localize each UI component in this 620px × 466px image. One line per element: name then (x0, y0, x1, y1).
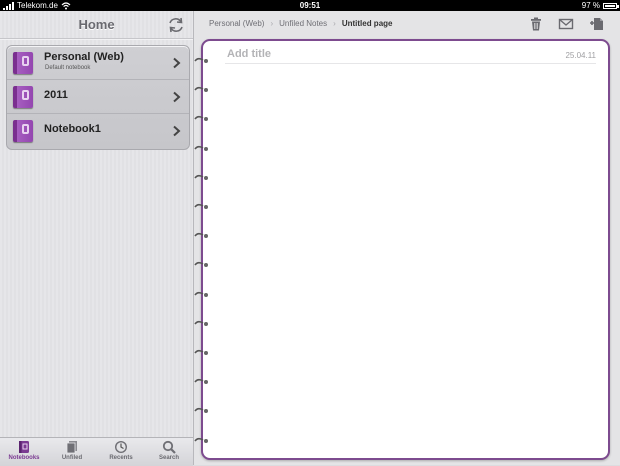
sidebar-divider (0, 38, 193, 39)
binding-ring-icon (194, 262, 208, 268)
tab-label: Search (158, 455, 179, 461)
tab-label: Notebooks (8, 455, 40, 461)
status-bar: Telekom.de 09:51 97 % (0, 0, 620, 11)
binding-ring-icon (194, 408, 208, 414)
notebook-item-2011[interactable]: 2011 (7, 80, 189, 114)
breadcrumb: Personal (Web) › Unfiled Notes › Untitle… (209, 19, 392, 28)
title-underline (225, 63, 596, 64)
breadcrumb-notebook[interactable]: Personal (Web) (209, 19, 264, 28)
binding-ring-icon (194, 320, 208, 326)
notebook-name: Personal (Web) (44, 51, 124, 63)
sidebar: Home Personal (Web) Default notebook 201… (0, 11, 194, 466)
notebooks-icon (19, 441, 29, 453)
tab-notebooks[interactable]: Notebooks (4, 440, 44, 466)
breadcrumb-section[interactable]: Unfiled Notes (279, 19, 327, 28)
chevron-right-icon (173, 91, 181, 103)
notebook-subtitle: Default notebook (45, 65, 91, 71)
binding-ring-icon (194, 203, 208, 209)
notebook-name: 2011 (44, 89, 68, 101)
sync-icon[interactable] (167, 17, 185, 33)
tab-unfiled[interactable]: Unfiled (52, 440, 92, 466)
battery-percent: 97 % (581, 1, 600, 10)
main-pane: Personal (Web) › Unfiled Notes › Untitle… (194, 11, 620, 465)
binding-ring-icon (194, 379, 208, 385)
notebook-list: Personal (Web) Default notebook 2011 Not… (6, 45, 190, 150)
battery-icon (603, 2, 619, 9)
unfiled-icon (66, 441, 77, 454)
notebook-item-notebook1[interactable]: Notebook1 (7, 114, 189, 149)
tab-recents[interactable]: Recents (101, 440, 141, 466)
note-page[interactable]: Add title 25.04.11 (194, 39, 610, 460)
notebook-icon (13, 86, 33, 108)
sidebar-header: Home (0, 11, 193, 38)
notebook-icon (13, 52, 33, 74)
sidebar-title: Home (78, 17, 115, 32)
chevron-right-icon (173, 57, 181, 69)
mail-icon[interactable] (558, 17, 574, 31)
tab-search[interactable]: Search (149, 440, 189, 466)
tab-bar: Notebooks Unfiled Recents Search (0, 437, 193, 466)
search-icon (162, 440, 176, 454)
notebook-name: Notebook1 (44, 123, 101, 135)
breadcrumb-separator-icon: › (333, 19, 336, 28)
binding-ring-icon (194, 349, 208, 355)
binding-ring-icon (194, 87, 208, 93)
page-title-input[interactable]: Add title (227, 48, 271, 60)
binding-ring-icon (194, 116, 208, 122)
new-page-icon[interactable] (590, 17, 606, 31)
binding-ring-icon (194, 145, 208, 151)
tab-label: Recents (109, 455, 133, 461)
binding-ring-icon (194, 174, 208, 180)
trash-icon[interactable] (528, 17, 544, 31)
breadcrumb-separator-icon: › (270, 19, 274, 28)
notebook-item-personal-web[interactable]: Personal (Web) Default notebook (7, 46, 189, 80)
binding-ring-icon (194, 437, 208, 443)
chevron-right-icon (173, 125, 181, 137)
page-toolbar: Personal (Web) › Unfiled Notes › Untitle… (194, 11, 620, 37)
binding-ring-icon (194, 291, 208, 297)
status-right: 97 % (581, 0, 619, 11)
tab-label: Unfiled (61, 455, 83, 461)
notebook-icon (13, 120, 33, 142)
page-date: 25.04.11 (565, 51, 596, 60)
clock-icon (115, 441, 127, 453)
binding-ring-icon (194, 233, 208, 239)
status-time: 09:51 (299, 1, 321, 10)
breadcrumb-page: Untitled page (341, 19, 393, 28)
binding-ring-icon (194, 57, 208, 63)
